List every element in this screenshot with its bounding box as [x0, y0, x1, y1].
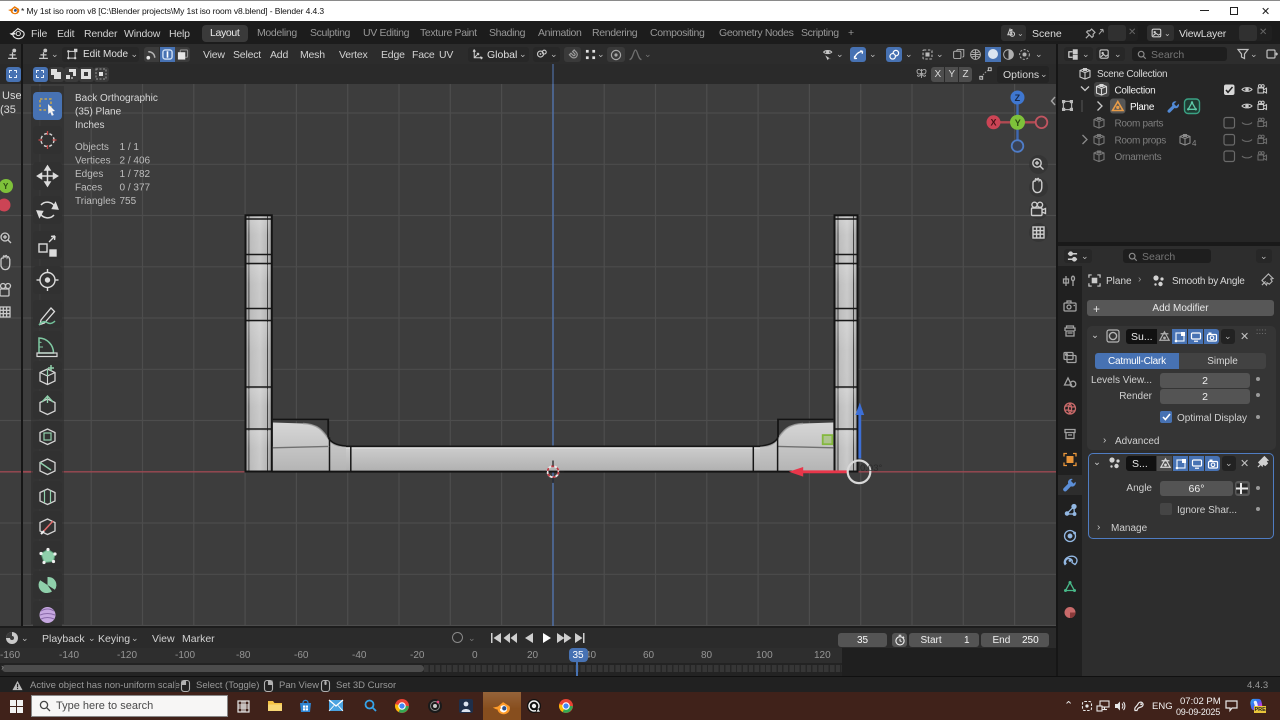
svg-text:Objects: Objects: [75, 142, 109, 153]
svg-text:X: X: [991, 118, 997, 128]
svg-text:(35: (35: [0, 104, 16, 116]
svg-text:Inches: Inches: [75, 120, 104, 131]
svg-text:Edges: Edges: [75, 169, 103, 180]
svg-text:0 / 377: 0 / 377: [120, 183, 151, 194]
svg-text:Collection: Collection: [1115, 86, 1156, 97]
svg-text:Triangles: Triangles: [75, 196, 116, 207]
svg-text:0.03°: 0.03°: [860, 463, 882, 474]
svg-text:Vertices: Vertices: [75, 156, 111, 167]
svg-text:Plane: Plane: [1130, 102, 1155, 113]
svg-text:Room props: Room props: [1115, 136, 1167, 147]
svg-text:Faces: Faces: [75, 183, 102, 194]
svg-text:Back Orthographic: Back Orthographic: [75, 93, 158, 104]
svg-text:Y: Y: [3, 182, 9, 191]
svg-text:2 / 406: 2 / 406: [120, 156, 151, 167]
svg-text:755: 755: [120, 196, 137, 207]
svg-text:Room parts: Room parts: [1115, 119, 1164, 130]
svg-text:4: 4: [1192, 139, 1197, 148]
svg-text:Y: Y: [1015, 118, 1021, 128]
svg-text:Use: Use: [2, 90, 22, 102]
svg-text:Ornaments: Ornaments: [1115, 152, 1162, 163]
svg-text:1 / 782: 1 / 782: [120, 169, 151, 180]
svg-text:Z: Z: [1015, 93, 1021, 103]
svg-text:Scene Collection: Scene Collection: [1097, 69, 1167, 80]
svg-text:(35) Plane: (35) Plane: [75, 107, 122, 118]
svg-text:1 / 1: 1 / 1: [120, 142, 140, 153]
